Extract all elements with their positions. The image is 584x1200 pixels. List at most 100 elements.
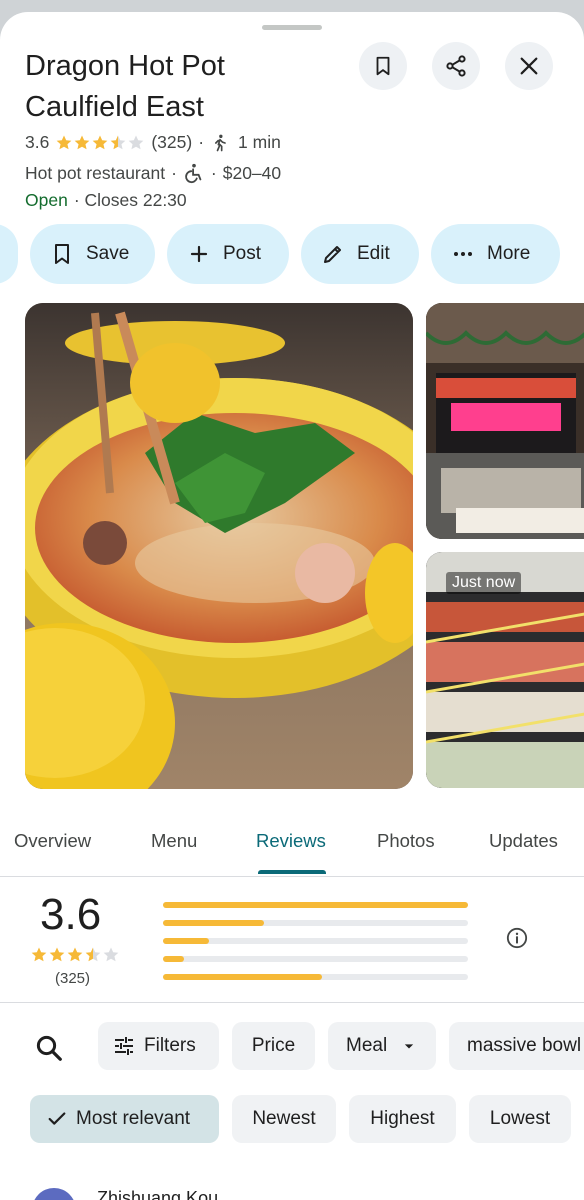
review-count[interactable]: (325) [151,132,192,153]
sort-lowest[interactable]: Lowest [469,1095,571,1143]
star-icon [74,135,90,149]
rating-bar-fill [163,938,209,944]
price-chip[interactable]: Price [232,1022,315,1070]
place-category: Hot pot restaurant [25,162,166,183]
check-icon [48,1112,66,1125]
post-label: Post [223,243,262,264]
drag-handle[interactable] [262,25,322,30]
rating-bar-fill [163,920,264,926]
star-icon [67,947,83,962]
tab-bar: Overview Menu Reviews Photos Updates [0,822,584,877]
filters-chip[interactable]: Filters [98,1022,219,1070]
filters-label: Filters [144,1035,196,1056]
info-icon[interactable] [506,927,528,949]
place-rating: 3.6 [25,132,50,152]
directions-chip-partial[interactable] [0,224,18,284]
summary-review-count: (325) [55,970,91,987]
save-button[interactable]: Save [30,224,155,284]
tab-photos[interactable]: Photos [377,830,435,852]
star-icon [103,947,119,962]
reviewer-name[interactable]: Zhishuang Kou [97,1188,218,1200]
post-button[interactable]: Post [167,224,289,284]
edit-button[interactable]: Edit [301,224,419,284]
tab-menu[interactable]: Menu [151,830,197,852]
rating-bar-1-star [163,974,468,980]
newest-label: Newest [252,1108,316,1129]
more-dots-icon [454,252,472,256]
rating-bar-fill [163,974,322,980]
share-icon [446,55,466,77]
category-row: Hot pot restaurant · · $20–40 [25,162,281,184]
active-tab-indicator [258,870,326,874]
sort-most-relevant[interactable]: Most relevant [30,1095,219,1143]
walk-time: 1 min [238,132,281,152]
save-label: Save [86,243,130,264]
rating-bar-fill [163,902,468,908]
closing-time: · Closes 22:30 [73,190,187,210]
close-button[interactable] [505,42,553,90]
reviewer-avatar[interactable] [32,1188,76,1200]
share-button[interactable] [432,42,480,90]
hot-pot-bowl-image [25,303,413,789]
rating-bar-2-star [163,956,468,962]
star-icon [85,947,101,962]
plus-icon [190,245,208,263]
walking-icon [215,134,226,151]
more-button[interactable]: More [431,224,560,284]
dropdown-arrow-icon [405,1044,414,1049]
star-icon [49,947,65,962]
star-icon [56,135,72,149]
edit-label: Edit [357,243,390,264]
tab-overview[interactable]: Overview [14,830,91,852]
bookmark-icon [376,56,390,76]
average-rating: 3.6 [40,890,102,939]
star-icon [92,135,108,149]
place-name-line2: Caulfield East [25,91,204,123]
wheelchair-icon [185,163,202,184]
meal-chip[interactable]: Meal [328,1022,436,1070]
rating-bar-4-star [163,920,468,926]
storefront-image [426,303,584,539]
star-icon [31,947,47,962]
topic-label: massive bowl [467,1035,582,1056]
tune-icon [115,1037,133,1055]
rating-row: 3.6 (325) · 1 min [25,132,281,153]
place-sheet: Dragon Hot Pot Caulfield East 3.6 (325) … [0,12,584,1200]
main-photo[interactable] [25,303,413,789]
price-label: Price [251,1035,296,1056]
place-name-line1: Dragon Hot Pot [25,50,225,82]
separator: · [198,132,205,152]
close-icon [520,57,538,75]
tab-updates[interactable]: Updates [489,830,558,852]
topic-chip[interactable]: massive bowl [449,1022,584,1070]
star-icon [128,135,144,149]
most-relevant-label: Most relevant [76,1108,191,1129]
save-place-button[interactable] [359,42,407,90]
more-label: More [487,243,531,264]
open-status: Open [25,190,68,210]
separator: · [171,162,177,183]
search-icon[interactable] [34,1033,64,1063]
pencil-icon [324,246,341,263]
price-range: $20–40 [222,162,282,183]
bookmark-icon [55,244,69,264]
lowest-label: Lowest [489,1108,551,1129]
star-icon [110,135,126,149]
photo-badge: Just now [446,572,522,594]
divider [0,1002,584,1003]
highest-label: Highest [370,1108,435,1129]
place-title: Dragon Hot Pot Caulfield East [25,46,355,128]
sort-newest[interactable]: Newest [232,1095,336,1143]
separator: · [210,162,217,183]
grocery-photo[interactable]: Just now [426,552,584,788]
tab-reviews[interactable]: Reviews [256,830,326,852]
hours-row[interactable]: Open · Closes 22:30 [25,190,187,211]
rating-bar-fill [163,956,185,962]
summary-star-rating [30,946,120,964]
star-rating [55,134,145,152]
rating-bar-3-star [163,938,468,944]
meal-label: Meal [346,1035,388,1056]
storefront-photo[interactable] [426,303,584,539]
rating-bar-5-star [163,902,468,908]
sort-highest[interactable]: Highest [349,1095,456,1143]
